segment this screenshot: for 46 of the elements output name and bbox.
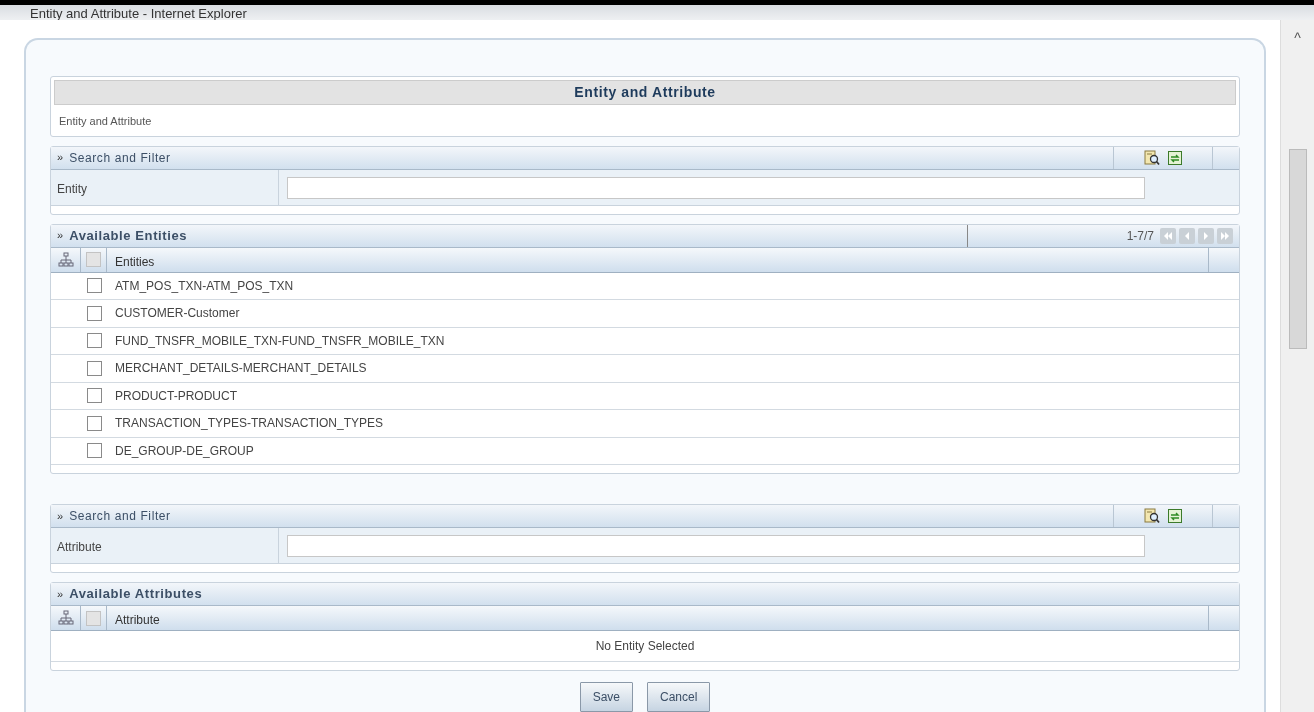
checkbox[interactable]	[86, 305, 102, 321]
section-title: Available Entities	[69, 226, 188, 245]
expand-glyph[interactable]: »	[57, 149, 64, 166]
scrollbar[interactable]: ^	[1280, 20, 1314, 712]
checkbox[interactable]	[86, 443, 102, 459]
hierarchy-icon	[57, 251, 74, 268]
dialog-button[interactable]: Cancel	[647, 682, 711, 712]
dialog-button[interactable]: Save	[579, 682, 633, 712]
field-label: Entity	[51, 169, 279, 205]
pager-count: 1-7/7	[1126, 227, 1154, 245]
hierarchy-icon	[57, 610, 74, 626]
entity-name: CUSTOMER-Customer	[114, 305, 240, 323]
section-title: Search and Filter	[69, 508, 171, 525]
scroll-thumb[interactable]	[1288, 149, 1307, 349]
entity-name: PRODUCT-PRODUCT	[114, 387, 237, 405]
checkbox[interactable]	[86, 610, 101, 626]
entity-name: MERCHANT_DETAILS-MERCHANT_DETAILS	[114, 360, 367, 378]
scroll-up-arrow[interactable]: ^	[1294, 20, 1301, 49]
checkbox[interactable]	[86, 388, 102, 404]
checkbox[interactable]	[86, 333, 102, 349]
expand-glyph[interactable]: »	[57, 227, 64, 244]
reset-icon[interactable]	[1166, 508, 1183, 524]
page-title: Entity and Attribute	[54, 80, 1236, 105]
search-icon[interactable]	[1143, 508, 1160, 524]
field-label: Attribute	[51, 528, 279, 563]
search-icon[interactable]	[1143, 149, 1160, 166]
checkbox[interactable]	[86, 415, 102, 431]
entity-name: DE_GROUP-DE_GROUP	[114, 442, 254, 460]
entity-name: ATM_POS_TXN-ATM_POS_TXN	[114, 277, 294, 295]
checkbox[interactable]	[86, 278, 102, 294]
section-title: Available Attributes	[69, 585, 203, 604]
checkbox[interactable]	[86, 252, 101, 267]
section-title: Search and Filter	[69, 149, 171, 167]
empty-message: No Entity Selected	[595, 639, 695, 653]
expand-glyph[interactable]: »	[57, 507, 64, 525]
page-subtitle: Entity and Attribute	[58, 114, 153, 129]
column-title: Entities	[107, 247, 1209, 272]
entity-search-field[interactable]	[287, 176, 1145, 199]
attribute-search-field[interactable]	[287, 535, 1145, 557]
column-title: Attribute	[107, 606, 1209, 630]
window-title: Entity and Attribute - Internet Explorer	[30, 9, 247, 18]
entity-name: TRANSACTION_TYPES-TRANSACTION_TYPES	[114, 415, 384, 433]
expand-glyph[interactable]: »	[57, 585, 64, 603]
entity-name: FUND_TNSFR_MOBILE_TXN-FUND_TNSFR_MOBILE_TXN	[114, 332, 445, 350]
reset-icon[interactable]	[1166, 149, 1183, 166]
checkbox[interactable]	[86, 360, 102, 376]
